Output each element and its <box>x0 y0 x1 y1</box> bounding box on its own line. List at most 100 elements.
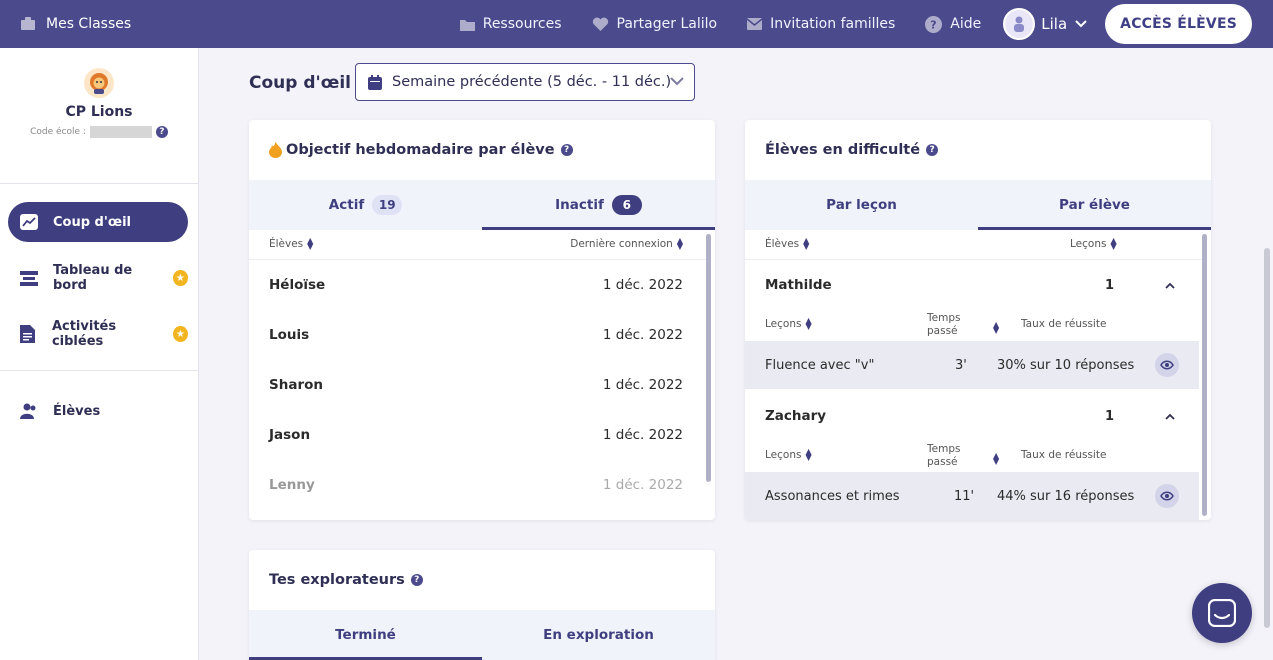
school-code: Code école : ? <box>0 126 198 138</box>
tab-by-lesson[interactable]: Par leçon <box>745 180 978 230</box>
card-title-text: Élèves en difficulté <box>765 142 921 158</box>
column-label: Élèves <box>765 238 800 250</box>
help-icon[interactable]: ? <box>155 126 168 138</box>
card-title: Élèves en difficulté ? <box>765 142 939 158</box>
sub-header-time[interactable]: Temps passé <box>927 443 960 469</box>
heart-icon <box>592 17 608 31</box>
sort-icon[interactable]: ▲ ▼ <box>989 318 999 335</box>
sort-icon[interactable]: ▲ ▼ <box>989 449 999 466</box>
page-scrollbar[interactable] <box>1264 248 1270 628</box>
sort-icon: ▲ ▼ <box>803 236 810 251</box>
sidebar-item-targeted-activities[interactable]: Activités ciblées ★ <box>8 314 188 354</box>
chat-support-button[interactable] <box>1192 583 1252 643</box>
students-icon <box>20 403 38 419</box>
scrollbar[interactable] <box>706 234 711 482</box>
column-header-last-login[interactable]: Dernière connexion ▲ ▼ <box>570 237 683 251</box>
sub-header-time[interactable]: Temps passé <box>927 312 960 338</box>
card-title: Tes explorateurs ? <box>269 572 423 588</box>
user-menu[interactable]: Lila <box>1003 8 1087 40</box>
sub-header-lessons[interactable]: Leçons ▲ ▼ <box>765 317 812 331</box>
eye-icon[interactable] <box>1155 353 1179 377</box>
struggling-students-card: Élèves en difficulté ? Par leçon Par élè… <box>745 120 1211 520</box>
sidebar-item-label: Coup d'œil <box>53 214 131 230</box>
sub-header-label: Temps <box>927 312 961 324</box>
lion-logo-icon <box>84 68 114 98</box>
help-link[interactable]: ? Aide <box>925 15 981 33</box>
last-login-date: 1 déc. 2022 <box>602 327 683 343</box>
chevron-up-icon[interactable] <box>1165 282 1175 289</box>
resources-link[interactable]: Ressources <box>459 16 562 32</box>
sort-icon: ▲ ▼ <box>805 447 812 462</box>
tab-inactive[interactable]: Inactif 6 <box>482 180 715 230</box>
class-name: CP Lions <box>65 104 133 120</box>
help-icon[interactable]: ? <box>410 574 423 586</box>
sidebar-item-overview[interactable]: Coup d'œil <box>8 202 188 242</box>
row-divider <box>745 259 1203 260</box>
student-name: Zachary <box>765 408 827 424</box>
tab-label: Par élève <box>1059 197 1130 213</box>
table-row: Louis 1 déc. 2022 <box>269 327 683 343</box>
sidebar-item-label: Tableau de bord <box>53 263 133 293</box>
sub-header-label: Temps <box>927 443 961 455</box>
week-select[interactable]: Semaine précédente (5 déc. - 11 déc.) <box>355 63 695 101</box>
top-bar: Mes Classes Ressources Partager Lalilo I… <box>0 0 1273 48</box>
sub-header-label: Leçons <box>765 318 802 330</box>
sub-header-success-rate: Taux de réussite <box>1021 449 1107 461</box>
resources-label: Ressources <box>482 16 562 32</box>
tab-label: Actif <box>328 197 365 213</box>
flame-icon <box>269 142 282 158</box>
last-login-date: 1 déc. 2022 <box>602 277 683 293</box>
lesson-name: Assonances et rimes <box>765 488 900 504</box>
card-title: Objectif hebdomadaire par élève ? <box>269 142 573 158</box>
student-access-button[interactable]: ACCÈS ÉLÈVES <box>1105 4 1252 44</box>
column-label: Dernière connexion <box>570 238 673 250</box>
lesson-count: 1 <box>1105 278 1115 293</box>
page-title: Coup d'œil <box>249 73 351 93</box>
chevron-up-icon[interactable] <box>1165 413 1175 420</box>
sidebar-divider <box>0 370 198 371</box>
tab-label: Par leçon <box>826 197 897 213</box>
tab-active[interactable]: Actif 19 <box>249 180 482 230</box>
tab-exploring[interactable]: En exploration <box>482 610 715 660</box>
column-header-students[interactable]: Élèves ▲ ▼ <box>765 236 810 251</box>
table-row: Sharon 1 déc. 2022 <box>269 377 683 393</box>
tab-finished[interactable]: Terminé <box>249 610 482 660</box>
table-row: Héloïse 1 déc. 2022 <box>269 277 683 293</box>
my-classes-link[interactable]: Mes Classes <box>0 16 131 32</box>
family-invitation-link[interactable]: Invitation familles <box>747 16 895 32</box>
student-name: Mathilde <box>765 277 832 293</box>
lesson-row: Assonances et rimes 11' 44% sur 16 répon… <box>745 472 1199 520</box>
time-spent: 11' <box>954 488 975 504</box>
help-icon[interactable]: ? <box>926 144 939 156</box>
sidebar-item-students[interactable]: Élèves <box>8 391 188 431</box>
student-name: Louis <box>269 327 310 343</box>
chevron-down-icon <box>1075 20 1087 28</box>
sub-header-success-rate: Taux de réussite <box>1021 318 1107 330</box>
sort-icon: ▲ ▼ <box>1110 236 1117 251</box>
sub-header-lessons[interactable]: Leçons ▲ ▼ <box>765 447 812 462</box>
scrollbar[interactable] <box>1202 234 1207 516</box>
share-lalilo-link[interactable]: Partager Lalilo <box>592 16 718 32</box>
success-rate: 44% sur 16 réponses <box>997 488 1135 504</box>
column-header-lessons[interactable]: Leçons ▲ ▼ <box>1070 236 1117 251</box>
tab-label: En exploration <box>543 627 654 643</box>
sidebar-item-label: Activités ciblées <box>51 319 117 349</box>
sub-header-label: Leçons <box>765 449 802 461</box>
last-login-date: 1 déc. 2022 <box>602 427 683 443</box>
sort-icon: ▲ ▼ <box>307 236 314 251</box>
tab-count: 19 <box>372 195 403 215</box>
column-label: Élèves <box>269 238 304 250</box>
tab-by-student[interactable]: Par élève <box>978 180 1211 230</box>
column-header-students[interactable]: Élèves ▲ ▼ <box>269 236 314 251</box>
explorers-tabs: Terminé En exploration <box>249 610 715 660</box>
share-lalilo-label: Partager Lalilo <box>616 16 718 32</box>
last-login-date: 1 déc. 2022 <box>602 377 683 393</box>
help-icon[interactable]: ? <box>560 144 573 156</box>
eye-icon[interactable] <box>1155 484 1179 508</box>
user-name: Lila <box>1041 15 1068 33</box>
help-circle-icon: ? <box>925 15 943 33</box>
row-divider <box>249 259 707 260</box>
sidebar-item-dashboard[interactable]: Tableau de bord ★ <box>8 258 188 298</box>
class-info: CP Lions Code école : ? <box>0 68 198 184</box>
explorers-card: Tes explorateurs ? Terminé En exploratio… <box>249 550 715 660</box>
